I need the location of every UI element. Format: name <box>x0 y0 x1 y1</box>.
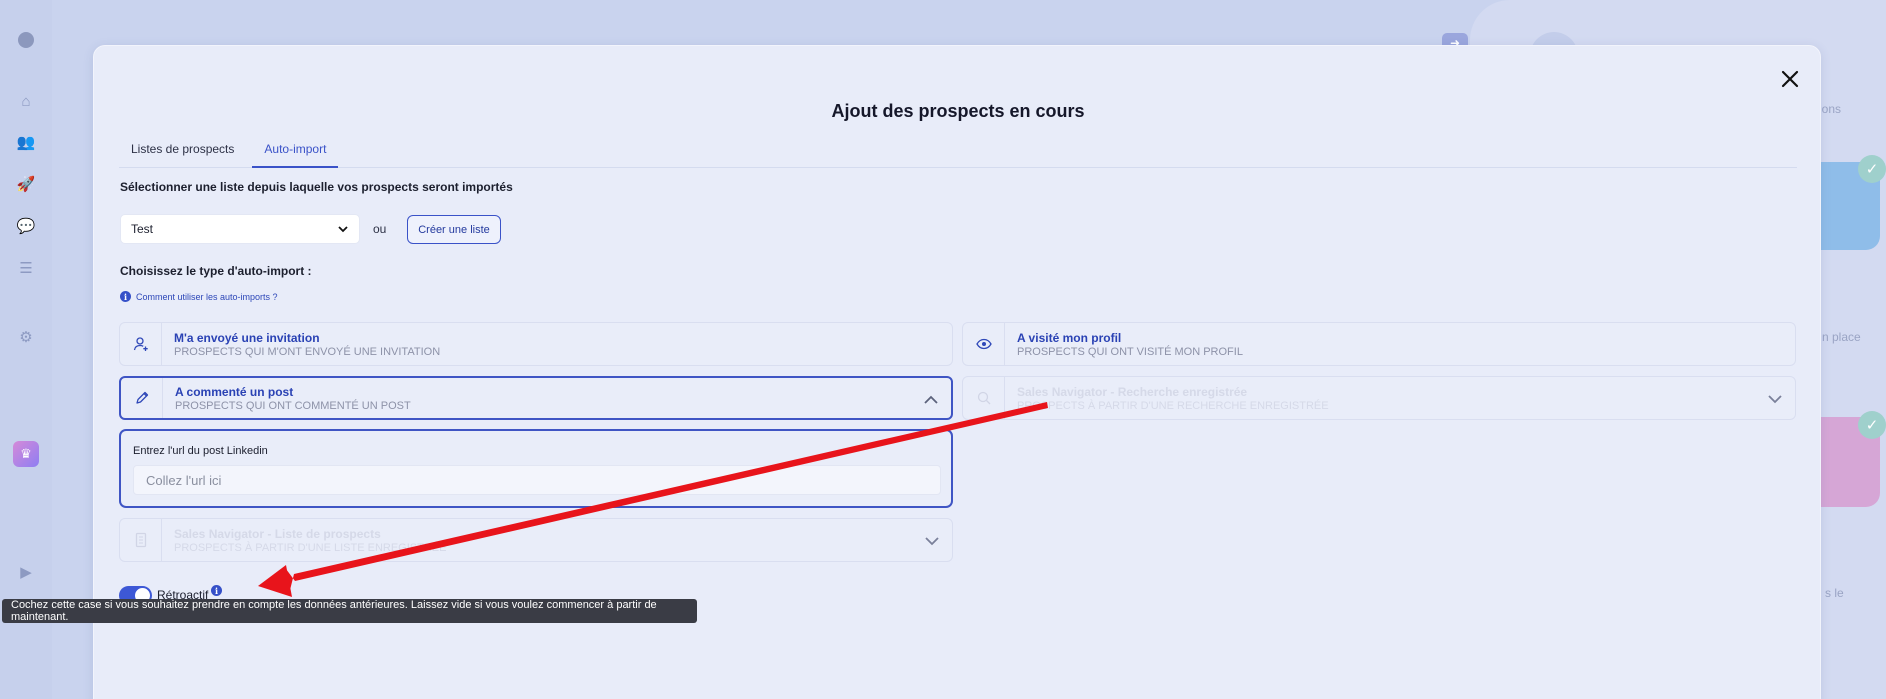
option-subtitle: PROSPECTS À PARTIR D'UNE LISTE ENREGISTR… <box>174 541 447 554</box>
close-icon <box>1781 70 1799 88</box>
gear-icon[interactable]: ⚙ <box>15 326 37 348</box>
option-lead-list[interactable]: Sales Navigator - Liste de prospects PRO… <box>119 518 953 562</box>
background-text: n place <box>1822 330 1861 344</box>
tab-bar: Listes de prospects Auto-import <box>119 138 1797 168</box>
tab-prospect-lists[interactable]: Listes de prospects <box>119 138 246 168</box>
list-select-value: Test <box>131 222 154 236</box>
help-link[interactable]: i Comment utiliser les auto-imports ? <box>120 291 278 302</box>
background-text: s le <box>1825 586 1844 600</box>
home-icon[interactable]: ⌂ <box>15 90 37 112</box>
pencil-icon <box>121 378 163 418</box>
option-subtitle: PROSPECTS QUI ONT VISITÉ MON PROFIL <box>1017 345 1243 358</box>
option-invitation-received[interactable]: M'a envoyé une invitation PROSPECTS QUI … <box>119 322 953 366</box>
rocket-icon[interactable]: 🚀 <box>15 173 37 195</box>
create-list-button[interactable]: Créer une liste <box>407 215 501 244</box>
chevron-down-icon[interactable] <box>924 533 940 549</box>
post-url-input[interactable] <box>133 465 941 495</box>
option-subtitle: PROSPECTS QUI M'ONT ENVOYÉ UNE INVITATIO… <box>174 345 441 358</box>
users-icon[interactable]: 👥 <box>15 131 37 153</box>
help-link-label: Comment utiliser les auto-imports ? <box>136 291 278 302</box>
check-icon: ✓ <box>1858 155 1886 183</box>
chevron-down-icon[interactable] <box>1767 391 1783 407</box>
post-url-panel: Entrez l'url du post Linkedin <box>119 429 953 508</box>
check-icon: ✓ <box>1858 411 1886 439</box>
option-subtitle: PROSPECTS À PARTIR D'UNE RECHERCHE ENREG… <box>1017 399 1329 412</box>
eye-icon <box>963 323 1005 365</box>
option-title: A visité mon profil <box>1017 330 1122 345</box>
modal-title: Ajout des prospects en cours <box>831 101 1085 121</box>
sliders-icon[interactable]: ☰ <box>15 257 37 279</box>
chevron-up-icon[interactable] <box>923 392 939 408</box>
option-title: Sales Navigator - Liste de prospects <box>174 526 381 541</box>
post-url-label: Entrez l'url du post Linkedin <box>133 445 268 457</box>
option-saved-search[interactable]: Sales Navigator - Recherche enregistrée … <box>962 376 1796 420</box>
option-profile-visited[interactable]: A visité mon profil PROSPECTS QUI ONT VI… <box>962 322 1796 366</box>
document-icon <box>120 519 162 561</box>
or-text: ou <box>373 222 387 236</box>
user-plus-icon <box>120 323 162 365</box>
chat-icon[interactable]: 💬 <box>15 215 37 237</box>
info-icon[interactable]: i <box>211 585 222 596</box>
background-sidebar: ⌂ 👥 🚀 💬 ☰ ⚙ ♛ ▶ <box>0 0 52 699</box>
option-title: M'a envoyé une invitation <box>174 330 320 345</box>
option-post-commented[interactable]: A commenté un post PROSPECTS QUI ONT COM… <box>119 376 953 420</box>
option-title: A commenté un post <box>175 384 294 399</box>
info-icon: i <box>120 291 131 302</box>
list-select[interactable]: Test <box>120 214 360 244</box>
close-button[interactable] <box>1777 66 1803 92</box>
play-icon[interactable]: ▶ <box>15 561 37 583</box>
option-subtitle: PROSPECTS QUI ONT COMMENTÉ UN POST <box>175 399 411 412</box>
app-logo-icon <box>18 32 34 48</box>
chevron-down-icon <box>338 226 348 233</box>
crown-icon[interactable]: ♛ <box>13 441 39 467</box>
option-title: Sales Navigator - Recherche enregistrée <box>1017 384 1248 399</box>
select-list-prompt: Sélectionner une liste depuis laquelle v… <box>120 180 513 194</box>
retroactive-tooltip: Cochez cette case si vous souhaitez pren… <box>2 599 697 623</box>
search-icon <box>963 377 1005 419</box>
tab-auto-import[interactable]: Auto-import <box>252 138 339 168</box>
import-type-prompt: Choisissez le type d'auto-import : <box>120 264 312 278</box>
